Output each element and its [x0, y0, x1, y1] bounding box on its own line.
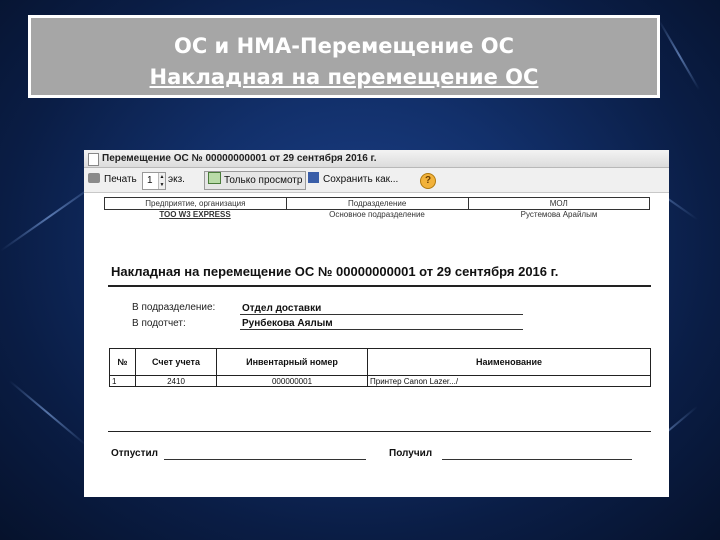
cell-number: 1	[109, 375, 136, 387]
copies-label: экз.	[168, 174, 185, 185]
spinner-arrows-icon[interactable]: ▲ ▼	[158, 173, 165, 189]
column-name: Наименование	[367, 348, 651, 376]
released-signature-line	[164, 459, 366, 460]
organization-value: ТОО W3 EXPRESS	[159, 210, 231, 219]
save-as-button[interactable]: Сохранить как...	[308, 171, 398, 189]
readonly-icon	[208, 172, 221, 184]
slide-title: ОС и НМА-Перемещение ОС	[173, 34, 515, 58]
responsible-value: Рустемова Арайлым	[520, 210, 598, 219]
document-icon	[88, 153, 99, 166]
received-signature-line	[442, 459, 632, 460]
released-label: Отпустил	[111, 448, 158, 459]
table-header-row: № Счет учета Инвентарный номер Наименова…	[109, 348, 651, 376]
slide-subtitle: Накладная на перемещение ОС	[149, 65, 539, 89]
items-table: № Счет учета Инвентарный номер Наименова…	[109, 348, 651, 387]
column-number: №	[109, 348, 136, 376]
document-window: Перемещение ОС № 00000000001 от 29 сентя…	[84, 150, 669, 497]
header-column-responsible: МОЛ	[467, 197, 651, 210]
window-title-bar: Перемещение ОС № 00000000001 от 29 сентя…	[84, 150, 669, 168]
to-responsible-value: Рунбекова Аялым	[240, 316, 523, 330]
department-value: Основное подразделение	[329, 210, 425, 219]
decorative-streak	[658, 20, 700, 91]
to-department-label: В подразделение:	[132, 302, 216, 313]
signature-divider	[108, 431, 651, 432]
to-responsible-label: В подотчет:	[132, 318, 186, 329]
toolbar: Печать 1 ▲ ▼ экз. Только просмотр Сохрани…	[84, 168, 669, 193]
table-row: 1 2410 000000001 Принтер Canon Lazer.../	[109, 375, 651, 387]
header-column-organization: Предприятие, организация	[104, 197, 287, 210]
copies-stepper[interactable]: 1 ▲ ▼	[142, 172, 166, 190]
floppy-disk-icon	[308, 172, 319, 183]
slide-title-box: ОС и НМА-Перемещение ОС Накладная на пер…	[28, 15, 660, 98]
document-header-table: Предприятие, организация Подразделение М…	[104, 197, 651, 210]
decorative-streak	[8, 380, 87, 446]
help-button[interactable]: ?	[420, 173, 436, 189]
readonly-toggle-button[interactable]: Только просмотр	[204, 171, 307, 190]
document-heading: Накладная на перемещение ОС № 0000000000…	[111, 264, 559, 279]
to-department-value: Отдел доставки	[240, 301, 523, 315]
column-inventory-number: Инвентарный номер	[216, 348, 368, 376]
cell-inventory-number: 000000001	[216, 375, 368, 387]
cell-name: Принтер Canon Lazer.../	[367, 375, 651, 387]
print-button[interactable]: Печать	[88, 171, 137, 189]
window-title: Перемещение ОС № 00000000001 от 29 сентя…	[102, 153, 377, 164]
column-account: Счет учета	[135, 348, 217, 376]
received-label: Получил	[389, 448, 433, 459]
header-column-department: Подразделение	[285, 197, 469, 210]
cell-account: 2410	[135, 375, 217, 387]
printer-icon	[88, 173, 100, 183]
heading-divider	[108, 285, 651, 287]
